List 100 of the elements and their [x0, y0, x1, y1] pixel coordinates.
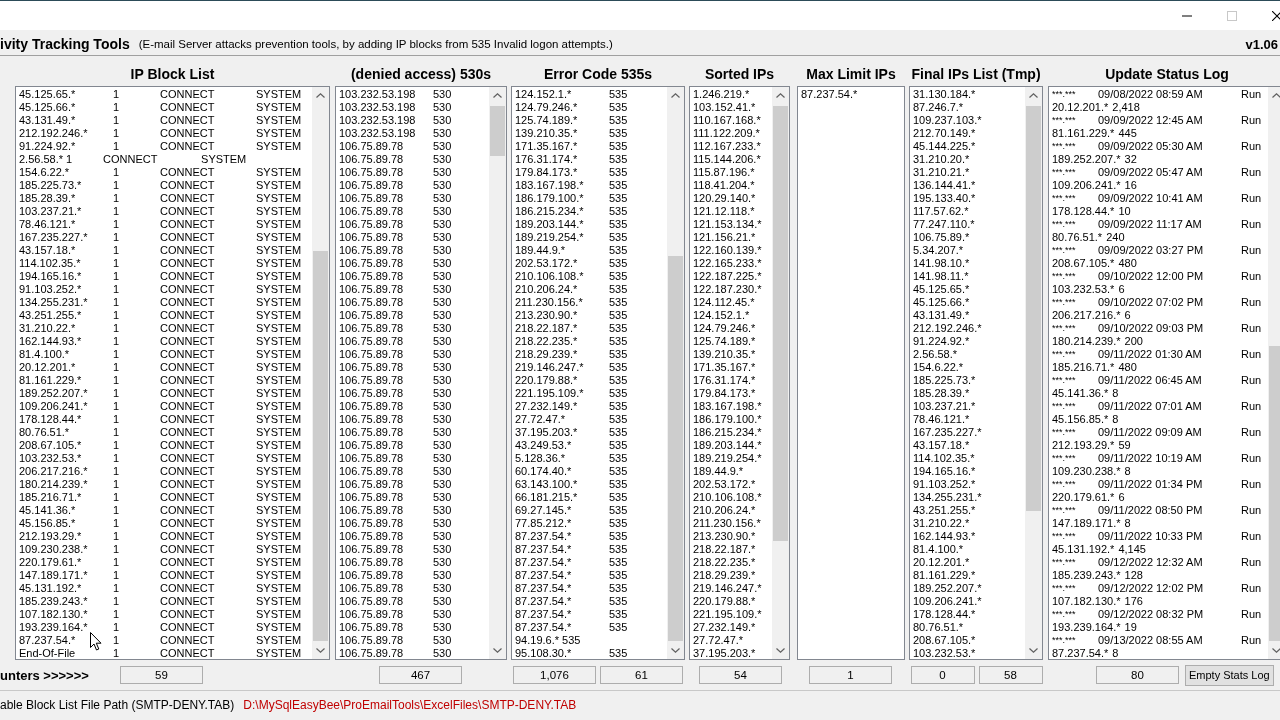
error-code: 530 [433, 296, 452, 309]
column-title: Max Limit IPs [805, 65, 897, 84]
ip-address: 218.22.235.* [515, 335, 579, 348]
masked-ip: ***.*** [1052, 426, 1077, 439]
error-code: 530 [433, 127, 452, 140]
scrollbar[interactable] [489, 87, 506, 659]
action-label: CONNECT [160, 114, 216, 127]
scrollbar-thumb[interactable] [668, 256, 683, 641]
ip-address: 37.195.203.* [515, 426, 579, 439]
count-value: 1 [113, 322, 121, 335]
log-date: 09/11/2022 01:30 AM [1098, 348, 1203, 361]
count-value: 240 [1106, 231, 1125, 244]
account-label: SYSTEM [256, 582, 302, 595]
count-value: 1 [113, 439, 121, 452]
error-code: 535 [609, 192, 628, 205]
ip-address: 103.232.53.198 [339, 114, 417, 127]
error-code: 535 [609, 582, 628, 595]
log-action: Run [1241, 140, 1262, 153]
count-value: 1 [113, 647, 121, 659]
ip-address: 193.239.164.* [1052, 621, 1121, 634]
error-code: 530 [433, 517, 452, 530]
action-label: CONNECT [160, 595, 216, 608]
ip-address: 189.252.207.* [913, 582, 982, 595]
scrollbar[interactable] [667, 87, 684, 659]
scrollbar[interactable] [1025, 87, 1042, 659]
ip-address: 147.189.171.* [1052, 517, 1121, 530]
ip-address: 167.235.227.* [913, 426, 982, 439]
ip-address: 2.56.58.* [19, 153, 64, 166]
action-label: CONNECT [160, 504, 216, 517]
scrollbar-thumb[interactable] [773, 106, 788, 541]
ip-address: 186.179.100.* [693, 413, 762, 426]
masked-ip: ***.*** [1052, 296, 1077, 309]
log-action: Run [1241, 296, 1262, 309]
ip-address: 206.217.216.* [19, 465, 89, 478]
ip-address: 186.215.234.* [693, 426, 762, 439]
scrollbar-thumb[interactable] [313, 251, 328, 641]
ip-address: 178.128.44.* [1052, 205, 1115, 218]
account-label: SYSTEM [256, 88, 302, 101]
log-action: Run [1241, 192, 1262, 205]
count-value: 1 [113, 556, 121, 569]
ip-address: 20.12.201.* [913, 556, 970, 569]
log-action: Run [1241, 322, 1262, 335]
count-value: 6 [1124, 309, 1131, 322]
ip-address: 94.19.6.* [515, 634, 560, 647]
ip-address: 139.210.35.* [515, 127, 579, 140]
ip-address: 125.74.189.* [515, 114, 579, 127]
account-label: SYSTEM [256, 309, 302, 322]
masked-ip: ***.*** [1052, 478, 1077, 491]
error-code: 530 [433, 465, 452, 478]
action-label: CONNECT [160, 257, 216, 270]
ip-address: 95.108.30.* [515, 647, 573, 659]
ip-address: 179.84.173.* [693, 387, 756, 400]
count-value: 1 [113, 127, 121, 140]
count-value: 1 [113, 621, 121, 634]
ip-address: 211.230.156.* [693, 517, 761, 530]
log-date: 09/11/2022 01:34 PM [1098, 478, 1204, 491]
account-label: SYSTEM [256, 387, 302, 400]
close-icon [1271, 10, 1280, 21]
masked-ip: ***.*** [1052, 556, 1077, 569]
action-label: CONNECT [160, 179, 216, 192]
ip-address: 122.187.225.* [693, 270, 762, 283]
error-code: 535 [609, 608, 628, 621]
ip-address: 107.182.130.* [19, 608, 89, 621]
counters-label: unters >>>>>> [0, 667, 90, 683]
error-code: 535 [609, 517, 628, 530]
ip-address: 185.225.73.* [913, 374, 976, 387]
count-value: 176 [1124, 595, 1143, 608]
scrollbar-thumb[interactable] [1269, 346, 1280, 641]
error-code: 535 [609, 335, 628, 348]
action-label: CONNECT [160, 218, 216, 231]
error-code: 530 [433, 621, 452, 634]
action-label: CONNECT [160, 400, 216, 413]
error-code: 535 [609, 140, 628, 153]
empty-log-button[interactable]: Empty Stats Log [1185, 664, 1274, 686]
version-label: v1.06 [1245, 36, 1278, 52]
ip-address: 106.75.89.78 [339, 179, 405, 192]
ip-address: 185.239.243.* [19, 595, 89, 608]
account-label: SYSTEM [256, 270, 302, 283]
ip-address: 124.79.246.* [693, 322, 756, 335]
error-code: 530 [433, 270, 452, 283]
ip-address: 218.22.187.* [515, 322, 579, 335]
ip-address: 106.75.89.78 [339, 504, 405, 517]
ip-address: 91.224.92.* [19, 140, 77, 153]
error-code: 535 [609, 569, 628, 582]
action-label: CONNECT [160, 127, 216, 140]
log-date: 09/10/2022 09:03 PM [1098, 322, 1205, 335]
ip-address: 106.75.89.78 [339, 517, 405, 530]
count-value: 8 [1124, 465, 1131, 478]
account-label: SYSTEM [256, 621, 302, 634]
count-value: 6 [1118, 491, 1125, 504]
count-value: 1 [113, 114, 121, 127]
ip-address: 106.75.89.78 [339, 387, 405, 400]
ip-address: 167.235.227.* [19, 231, 89, 244]
count-value: 1 [113, 296, 121, 309]
scrollbar[interactable] [312, 87, 329, 659]
ip-address: 106.75.89.78 [339, 647, 405, 659]
scrollbar-thumb[interactable] [1026, 106, 1041, 511]
scrollbar[interactable] [1268, 87, 1280, 659]
scrollbar[interactable] [772, 87, 789, 659]
scrollbar-thumb[interactable] [490, 106, 505, 156]
